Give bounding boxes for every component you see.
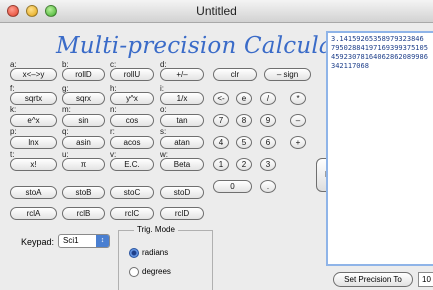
digit-7-key[interactable]: 7 xyxy=(213,114,229,127)
digit-5-key[interactable]: 5 xyxy=(236,136,252,149)
asin-button[interactable]: asin xyxy=(62,136,105,149)
trig-mode-title: Trig. Mode xyxy=(134,225,178,234)
e-key[interactable]: e xyxy=(236,92,252,105)
digit-0-key[interactable]: 0 xyxy=(213,180,252,193)
ypowx-button[interactable]: y^x xyxy=(110,92,154,105)
cos-button[interactable]: cos xyxy=(110,114,154,127)
reg-label-q: q: xyxy=(62,127,69,136)
keypad-selected-value: Sci1 xyxy=(63,236,79,245)
digit-4-key[interactable]: 4 xyxy=(213,136,229,149)
updown-arrows-icon: ↕ xyxy=(96,235,109,247)
app-heading: Multi-precision Calculator xyxy=(56,33,368,59)
atan-button[interactable]: atan xyxy=(160,136,204,149)
rolld-button[interactable]: rollD xyxy=(62,68,105,81)
store-a-button[interactable]: stoA xyxy=(10,186,57,199)
reg-label-n: n: xyxy=(110,105,117,114)
acos-button[interactable]: acos xyxy=(110,136,154,149)
result-display[interactable]: 3.14159265358979323846 795028841971693993… xyxy=(326,31,433,266)
rollu-button[interactable]: rollU xyxy=(110,68,154,81)
digit-9-key[interactable]: 9 xyxy=(260,114,276,127)
recall-a-button[interactable]: rclA xyxy=(10,207,57,220)
store-d-button[interactable]: stoD xyxy=(160,186,204,199)
tan-button[interactable]: tan xyxy=(160,114,204,127)
display-line: 342117068 xyxy=(331,62,369,70)
clear-button[interactable]: clr xyxy=(213,68,257,81)
display-line: 79502884197169399375105 xyxy=(331,44,428,52)
reg-label-p: p: xyxy=(10,127,17,136)
calculator-window: Untitled Multi-precision Calculator a: b… xyxy=(0,0,433,290)
pi-button[interactable]: π xyxy=(62,158,105,171)
precision-input[interactable]: 10 xyxy=(418,272,433,287)
digit-6-key[interactable]: 6 xyxy=(260,136,276,149)
swap-button[interactable]: x<–>y xyxy=(10,68,57,81)
inverse-button[interactable]: 1/x xyxy=(160,92,204,105)
multiply-key[interactable]: * xyxy=(290,92,306,105)
sin-button[interactable]: sin xyxy=(62,114,105,127)
beta-button[interactable]: Beta xyxy=(160,158,204,171)
sqrx-button[interactable]: sqrx xyxy=(62,92,105,105)
digit-2-key[interactable]: 2 xyxy=(236,158,252,171)
reg-label-r: r: xyxy=(110,127,115,136)
backspace-button[interactable]: <- xyxy=(213,92,229,105)
recall-c-button[interactable]: rclC xyxy=(110,207,154,220)
store-b-button[interactable]: stoB xyxy=(62,186,105,199)
recall-d-button[interactable]: rclD xyxy=(160,207,204,220)
sqrtx-button[interactable]: sqrtx xyxy=(10,92,57,105)
trig-mode-group xyxy=(118,230,213,290)
epowx-button[interactable]: e^x xyxy=(10,114,57,127)
digit-1-key[interactable]: 1 xyxy=(213,158,229,171)
set-precision-button[interactable]: Set Precision To xyxy=(333,272,413,287)
keypad-label: Keypad: xyxy=(21,237,55,247)
digit-3-key[interactable]: 3 xyxy=(260,158,276,171)
lnx-button[interactable]: lnx xyxy=(10,136,57,149)
plusminus-button[interactable]: +/– xyxy=(160,68,204,81)
reg-label-m: m: xyxy=(62,105,71,114)
reg-label-o: o: xyxy=(160,105,167,114)
minus-key[interactable]: – xyxy=(290,114,306,127)
recall-b-button[interactable]: rclB xyxy=(62,207,105,220)
title-bar: Untitled xyxy=(0,0,433,23)
radians-label: radians xyxy=(142,248,169,257)
divide-key[interactable]: / xyxy=(260,92,276,105)
degrees-label: degrees xyxy=(142,267,171,276)
display-line: 3.14159265358979323846 xyxy=(331,35,424,43)
radians-radio[interactable] xyxy=(129,248,139,258)
factorial-button[interactable]: x! xyxy=(10,158,57,171)
store-c-button[interactable]: stoC xyxy=(110,186,154,199)
plus-key[interactable]: + xyxy=(290,136,306,149)
keypad-select[interactable]: Sci1 ↕ xyxy=(58,234,110,248)
sign-button[interactable]: – sign xyxy=(264,68,311,81)
decimal-key[interactable]: . xyxy=(260,180,276,193)
digit-8-key[interactable]: 8 xyxy=(236,114,252,127)
window-title: Untitled xyxy=(196,4,237,18)
display-line: 45923078164062862089986 xyxy=(331,53,428,61)
degrees-radio[interactable] xyxy=(129,267,139,277)
reg-label-k: k: xyxy=(10,105,17,114)
reg-label-s: s: xyxy=(160,127,167,136)
euler-constant-button[interactable]: E.C. xyxy=(110,158,154,171)
